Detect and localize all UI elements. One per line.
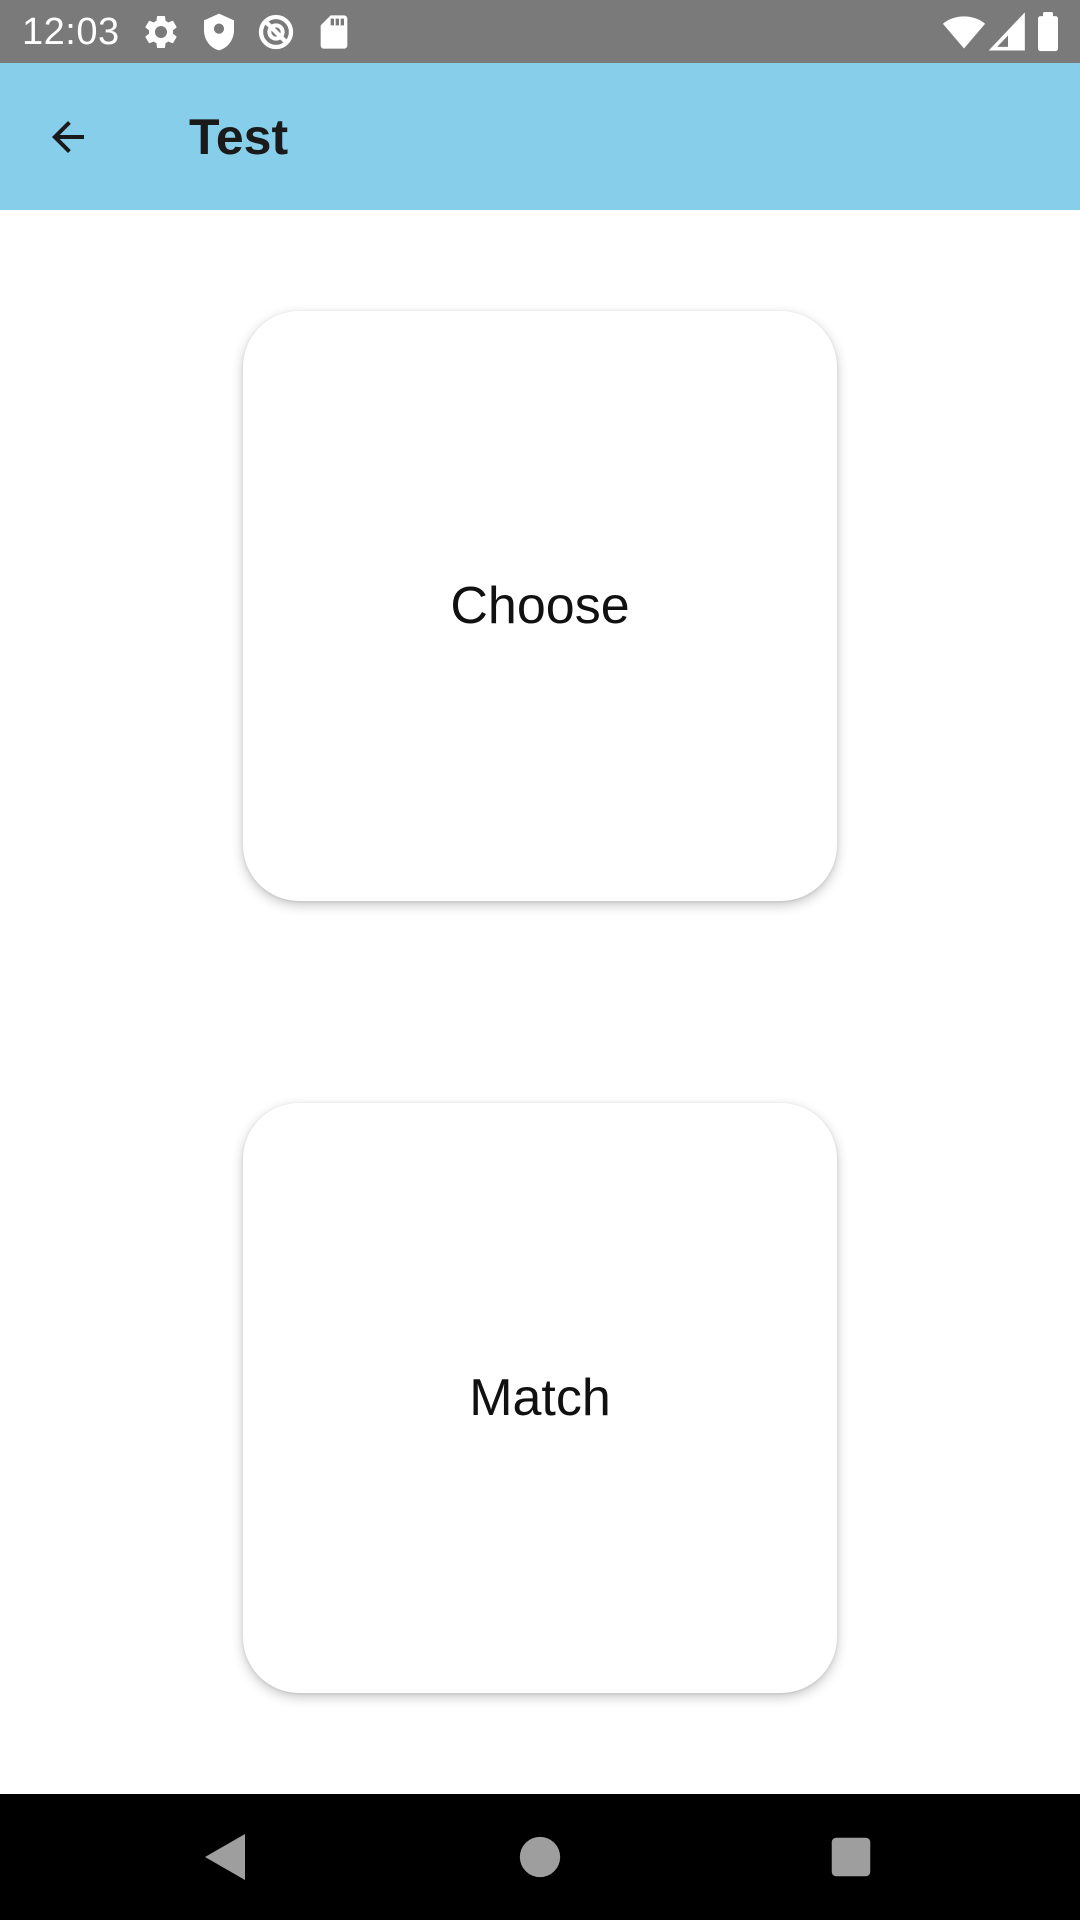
back-button[interactable] [28,102,108,172]
nav-recents-button[interactable] [811,1822,891,1892]
status-bar: 12:03 [0,0,1080,63]
choose-card-label: Choose [450,577,630,635]
nav-back-button[interactable] [185,1822,265,1892]
battery-icon [1038,12,1058,52]
status-time: 12:03 [22,11,120,53]
back-triangle-icon [205,1834,245,1880]
sync-disabled-icon [258,14,294,50]
nav-home-button[interactable] [500,1822,580,1892]
app-bar: Test [0,63,1080,210]
signal-icon [988,12,1025,51]
match-card[interactable]: Match [243,1103,837,1693]
navigation-bar [0,1794,1080,1920]
recents-square-icon [831,1837,871,1877]
sd-card-icon [320,15,348,49]
choose-card[interactable]: Choose [243,311,837,901]
page-title: Test [189,109,289,165]
home-circle-icon [519,1836,561,1878]
settings-icon [145,15,177,48]
wifi-icon [942,16,986,49]
match-card-label: Match [469,1369,611,1427]
shield-icon [204,13,234,51]
arrow-back-icon [52,121,84,153]
